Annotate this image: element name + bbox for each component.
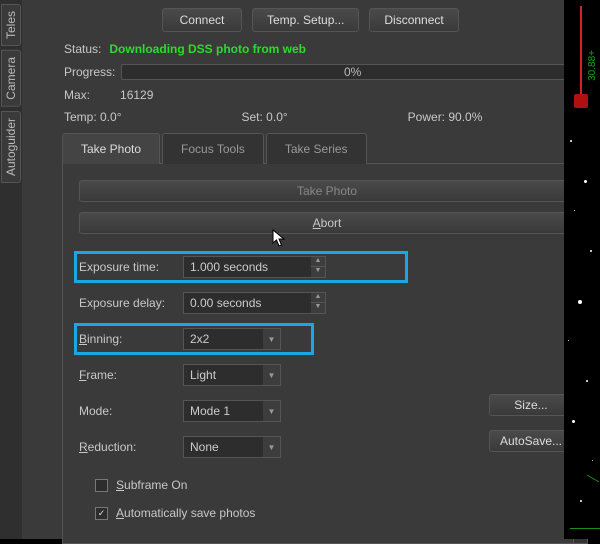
side-tab-strip: Teles Camera Autoguider [0, 0, 22, 539]
max-value: 16129 [120, 88, 153, 102]
progress-text: 0% [344, 65, 361, 79]
connect-button[interactable]: Connect [162, 8, 242, 32]
mode-label: Mode: [79, 404, 175, 418]
star-chart-preview: 30.88+ [564, 0, 600, 539]
progress-label: Progress: [64, 65, 115, 79]
star-coord-text: 30.88+ [587, 50, 598, 81]
take-photo-pane: ▲ Take Photo Abort Exposure time: 1.000 … [62, 164, 588, 544]
size-button[interactable]: Size... [489, 394, 573, 416]
status-label: Status: [64, 42, 101, 56]
tab-take-photo[interactable]: Take Photo [62, 133, 160, 164]
exposure-time-spinner[interactable]: 1.000 seconds ▲▼ [183, 256, 326, 278]
tab-strip: Take Photo Focus Tools Take Series [62, 132, 588, 164]
reduction-label: Reduction: [79, 440, 175, 454]
temp-setup-button[interactable]: Temp. Setup... [252, 8, 359, 32]
exposure-delay-label: Exposure delay: [79, 296, 175, 310]
exposure-time-label: Exposure time: [79, 260, 175, 274]
chevron-down-icon[interactable]: ▼ [263, 328, 281, 350]
frame-value[interactable]: Light [183, 364, 263, 386]
side-tab-telescope[interactable]: Teles [1, 4, 21, 46]
exposure-delay-spinner[interactable]: 0.00 seconds ▲▼ [183, 292, 326, 314]
abort-button[interactable]: Abort [79, 212, 575, 234]
status-value: Downloading DSS photo from web [109, 42, 306, 56]
frame-label: Frame: [79, 368, 175, 382]
binning-value[interactable]: 2x2 [183, 328, 263, 350]
side-tab-camera[interactable]: Camera [1, 50, 21, 107]
exposure-time-input[interactable]: 1.000 seconds [183, 256, 311, 278]
take-photo-button[interactable]: Take Photo [79, 180, 575, 202]
progress-bar: 0% [121, 64, 584, 80]
frame-dropdown[interactable]: Light ▼ [183, 364, 281, 386]
exposure-delay-input[interactable]: 0.00 seconds [183, 292, 311, 314]
set-reading: Set: 0.0° [242, 110, 288, 124]
mode-value[interactable]: Mode 1 [183, 400, 263, 422]
max-label: Max: [64, 88, 90, 102]
reduction-value[interactable]: None [183, 436, 263, 458]
disconnect-button[interactable]: Disconnect [369, 8, 458, 32]
camera-panel: Connect Temp. Setup... Disconnect Status… [22, 0, 600, 539]
mode-dropdown[interactable]: Mode 1 ▼ [183, 400, 281, 422]
subframe-label: Subframe On [116, 478, 187, 492]
reduction-dropdown[interactable]: None ▼ [183, 436, 281, 458]
temp-reading: Temp: 0.0° [64, 110, 122, 124]
spinner-up-icon[interactable]: ▲ [311, 257, 325, 267]
power-reading: Power: 90.0% [408, 110, 483, 124]
binning-dropdown[interactable]: 2x2 ▼ [183, 328, 281, 350]
side-tab-autoguider[interactable]: Autoguider [1, 111, 21, 183]
tab-take-series[interactable]: Take Series [266, 133, 367, 164]
binning-label: Binning: [79, 332, 175, 346]
autosave-checkbox[interactable]: ✓ [95, 507, 108, 520]
tab-focus-tools[interactable]: Focus Tools [162, 133, 264, 164]
spinner-down-icon[interactable]: ▼ [311, 267, 325, 277]
subframe-checkbox[interactable] [95, 479, 108, 492]
autosave-label: Automatically save photos [116, 506, 255, 520]
autosave-button[interactable]: AutoSave... [489, 430, 573, 452]
